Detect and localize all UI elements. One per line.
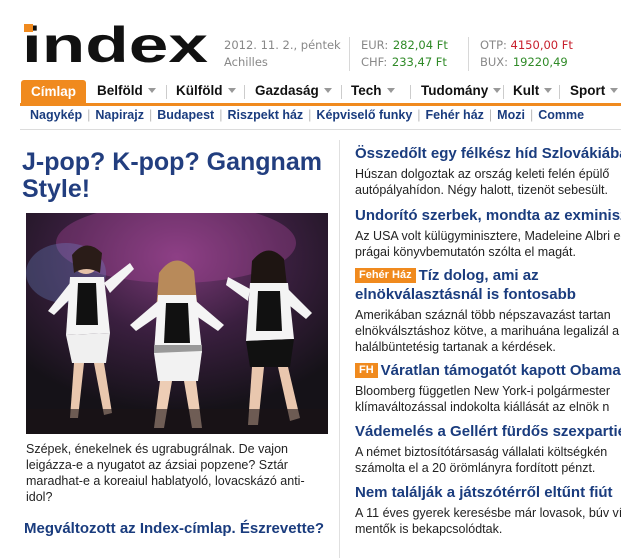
subnav-separator: |: [529, 108, 534, 122]
tab-label: Sport: [570, 83, 606, 98]
tab-label: Külföld: [176, 83, 223, 98]
tab-label: Belföld: [97, 83, 143, 98]
rate-chf[interactable]: CHF: 233,47 Ft: [361, 54, 448, 71]
sub-nav: Nagykép | Napirajz | Budapest | Riszpekt ház | K…: [30, 108, 584, 126]
section-tag-fh[interactable]: FH: [355, 363, 378, 378]
tab-label: Tudomány: [421, 83, 489, 98]
chevron-down-icon[interactable]: [544, 88, 553, 93]
tab-kulfold[interactable]: Külföld: [176, 80, 236, 103]
header-divider: [468, 37, 469, 71]
tab-divider: [559, 85, 560, 99]
chevron-down-icon[interactable]: [493, 88, 502, 93]
subnav-riszpekt-haz[interactable]: Riszpekt ház: [227, 108, 303, 122]
chevron-down-icon[interactable]: [323, 88, 332, 93]
subnav-divider: [20, 129, 621, 130]
lead-photo[interactable]: [26, 213, 328, 434]
rate-label: OTP:: [480, 38, 507, 52]
tab-label: Tech: [351, 83, 382, 98]
rate-value: 233,47 Ft: [391, 55, 447, 69]
lead-summary: Szépek, énekelnek és ugrabugrálnak. De v…: [26, 442, 305, 504]
tab-divider: [166, 85, 167, 99]
rate-eur[interactable]: EUR: 282,04 Ft: [361, 37, 448, 54]
article-summary: Az USA volt külügyminisztere, Madeleine …: [355, 229, 621, 259]
tab-tech[interactable]: Tech: [351, 80, 395, 103]
article-item: Nem találják a játszótérről eltűnt fiút …: [355, 483, 621, 537]
nav-underline: [20, 103, 621, 106]
article-title[interactable]: Váratlan támogatót kapott Obama: [381, 362, 621, 379]
article-title[interactable]: Összedőlt egy félkész híd Szlovákiába: [355, 144, 621, 163]
subnav-feher-haz[interactable]: Fehér ház: [426, 108, 484, 122]
subnav-separator: |: [488, 108, 493, 122]
lead-headline[interactable]: J-pop? K-pop? Gangnam Style!: [22, 149, 332, 203]
tab-kult[interactable]: Kult: [513, 80, 553, 103]
tab-label: Kult: [513, 83, 540, 98]
performers-image: [26, 213, 328, 434]
article-summary: A 11 éves gyerek keresésbe már lovasok, …: [355, 506, 621, 536]
subnav-napirajz[interactable]: Napirajz: [95, 108, 144, 122]
tab-tudomany[interactable]: Tudomány: [421, 80, 502, 103]
chevron-down-icon[interactable]: [147, 88, 156, 93]
article-summary: Amerikában száznál több népszavazást tar…: [355, 308, 620, 354]
article-item: Undorító szerbek, mondta az exminisz Az …: [355, 206, 621, 260]
chevron-down-icon[interactable]: [610, 88, 619, 93]
tab-cimlap[interactable]: Címlap: [21, 80, 87, 104]
article-title[interactable]: Undorító szerbek, mondta az exminisz: [355, 206, 621, 225]
rate-bux[interactable]: BUX: 19220,49: [480, 54, 573, 71]
nameday: Achilles: [224, 55, 268, 69]
rate-value: 19220,49: [512, 55, 568, 69]
subnav-mozi[interactable]: Mozi: [497, 108, 525, 122]
logo-text: index: [22, 22, 208, 70]
article-summary: Bloomberg független New York-i polgármes…: [355, 384, 610, 414]
currency-rates: EUR: 282,04 Ft CHF: 233,47 Ft: [361, 37, 448, 71]
article-summary: Húszan dolgoztak az ország keleti felén …: [355, 167, 610, 197]
promo-link[interactable]: Megváltozott az Index-címlap. Észrevette…: [24, 520, 324, 537]
tab-gazdasag[interactable]: Gazdaság: [255, 80, 332, 103]
index-logo[interactable]: index: [22, 22, 212, 70]
chevron-down-icon[interactable]: [227, 88, 236, 93]
rate-value: 282,04 Ft: [392, 38, 448, 52]
subnav-separator: |: [308, 108, 312, 122]
article-title-with-tag[interactable]: FH Váratlan támogatót kapott Obama: [355, 361, 621, 380]
tab-divider: [244, 85, 245, 99]
section-tag-feher-haz[interactable]: Fehér Ház: [355, 268, 416, 283]
article-item: Fehér Ház Tíz dolog, ami az elnökválasztá…: [355, 266, 621, 355]
subnav-budapest[interactable]: Budapest: [157, 108, 214, 122]
date-box: 2012. 11. 2., péntek Achilles: [224, 37, 341, 71]
rate-label: CHF:: [361, 55, 388, 69]
article-summary: A német biztosítótársaság vállalati költ…: [355, 445, 608, 475]
tab-divider: [410, 85, 411, 99]
rate-label: BUX:: [480, 55, 509, 69]
subnav-nagykep[interactable]: Nagykép: [30, 108, 82, 122]
rate-value: 4150,00 Ft: [510, 38, 573, 52]
article-title-with-tag[interactable]: Fehér Ház Tíz dolog, ami az elnökválasztá…: [355, 266, 621, 304]
tab-label: Címlap: [31, 84, 77, 99]
index-logo-graphic: index: [22, 22, 208, 70]
header-divider: [349, 37, 350, 71]
tab-belfold[interactable]: Belföld: [97, 80, 156, 103]
subnav-separator: |: [417, 108, 421, 122]
tab-sport[interactable]: Sport: [570, 80, 619, 103]
market-rates: OTP: 4150,00 Ft BUX: 19220,49: [480, 37, 573, 71]
column-divider: [339, 140, 340, 558]
tab-label: Gazdaság: [255, 83, 319, 98]
tab-divider: [341, 85, 342, 99]
main-nav: Címlap Belföld Külföld Gazdaság Tech Tud…: [20, 80, 621, 104]
rate-otp[interactable]: OTP: 4150,00 Ft: [480, 37, 573, 54]
article-item: Vádemelés a Gellért fürdős szexpartié A …: [355, 422, 621, 476]
current-date: 2012. 11. 2., péntek: [224, 38, 341, 52]
article-item: FH Váratlan támogatót kapott Obama Bloomb…: [355, 361, 621, 415]
subnav-kepviselo-funky[interactable]: Képviselő funky: [316, 108, 412, 122]
subnav-separator: |: [219, 108, 223, 122]
logo-dot: [24, 24, 33, 32]
article-title[interactable]: Vádemelés a Gellért fürdős szexpartié: [355, 422, 621, 441]
article-title[interactable]: Nem találják a játszótérről eltűnt fiút: [355, 483, 621, 502]
subnav-separator: |: [149, 108, 153, 122]
rate-label: EUR:: [361, 38, 389, 52]
tab-divider: [503, 85, 504, 99]
article-item: Összedőlt egy félkész híd Szlovákiába Hú…: [355, 144, 621, 198]
subnav-comme[interactable]: Comme: [538, 108, 584, 122]
chevron-down-icon[interactable]: [386, 88, 395, 93]
subnav-separator: |: [87, 108, 91, 122]
